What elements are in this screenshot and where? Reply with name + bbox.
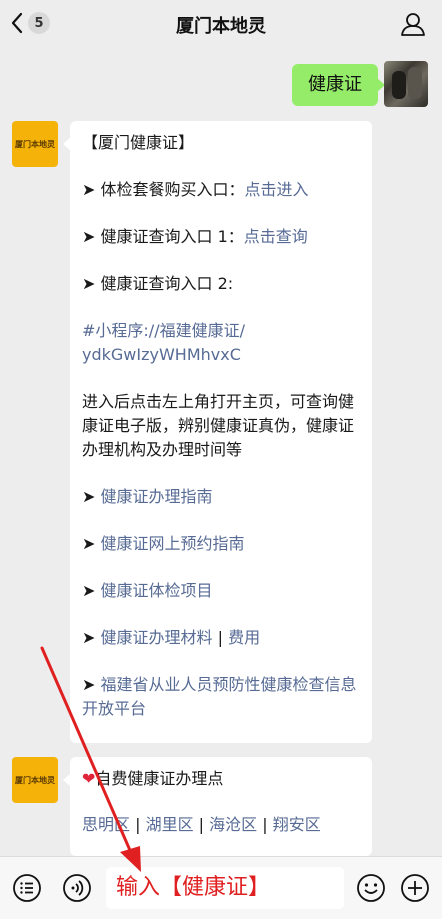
- district-link[interactable]: 海沧区: [209, 815, 257, 834]
- district-link[interactable]: 翔安区: [273, 815, 321, 834]
- bot-avatar[interactable]: 厦门本地灵: [12, 757, 58, 803]
- arrow-icon: ➤: [82, 628, 101, 647]
- my-avatar[interactable]: [384, 61, 428, 107]
- query1-label: ➤ 健康证查询入口 1：: [82, 227, 244, 246]
- emoji-icon: [357, 874, 385, 902]
- guide-item: ➤ 健康证办理指南: [82, 485, 362, 509]
- plus-icon: [401, 874, 429, 902]
- arrow-icon: ➤: [82, 487, 101, 506]
- user-icon: [401, 13, 425, 36]
- bot-message-bubble: 【厦门健康证】 ➤ 体检套餐购买入口：点击进入 ➤ 健康证查询入口 1：点击查询…: [63, 121, 372, 743]
- profile-button[interactable]: [400, 11, 426, 41]
- arrow-icon: ➤: [82, 534, 101, 553]
- exam-items-item: ➤ 健康证体检项目: [82, 579, 362, 603]
- district-list: 思明区 | 湖里区 | 海沧区 | 翔安区: [82, 813, 362, 837]
- menu-button[interactable]: [12, 873, 42, 907]
- message-heading: 【厦门健康证】: [82, 133, 195, 152]
- arrow-icon: ➤: [82, 675, 101, 694]
- materials-item: ➤ 健康证办理材料 | 费用: [82, 626, 362, 650]
- fee-link[interactable]: 费用: [228, 628, 260, 647]
- voice-button[interactable]: [62, 873, 92, 907]
- bot-message-bubble: ❤自费健康证办理点 思明区 | 湖里区 | 海沧区 | 翔安区: [63, 757, 372, 856]
- more-button[interactable]: [400, 873, 430, 907]
- miniprogram-line2: ydkGwIzyWHMhvxC: [82, 345, 241, 364]
- chat-title: 厦门本地灵: [176, 16, 266, 37]
- heading-text: 自费健康证办理点: [95, 769, 224, 788]
- query1-entry: ➤ 健康证查询入口 1：点击查询: [82, 225, 362, 249]
- query2-label: ➤ 健康证查询入口 2:: [82, 274, 234, 293]
- guide-link[interactable]: 健康证办理指南: [101, 487, 213, 506]
- buy-entry: ➤ 体检套餐购买入口：点击进入: [82, 178, 362, 202]
- menu-list-icon: [13, 874, 41, 902]
- description-text: 进入后点击左上角打开主页，可查询健康证电子版，辨别健康证真伪，健康证办理机构及办…: [82, 392, 355, 459]
- buy-label: ➤ 体检套餐购买入口：: [82, 180, 245, 199]
- exam-items-link[interactable]: 健康证体检项目: [101, 581, 213, 600]
- emoji-button[interactable]: [356, 873, 386, 907]
- district-link[interactable]: 思明区: [82, 815, 130, 834]
- separator: |: [212, 628, 229, 647]
- appointment-link[interactable]: 健康证网上预约指南: [101, 534, 245, 553]
- sent-message-bubble[interactable]: 健康证: [292, 64, 385, 106]
- buy-link[interactable]: 点击进入: [245, 180, 309, 199]
- message-heading: ❤自费健康证办理点: [82, 767, 362, 791]
- voice-icon: [63, 874, 91, 902]
- separator: |: [193, 815, 210, 834]
- platform-link[interactable]: 福建省从业人员预防性健康检查信息开放平台: [82, 675, 357, 718]
- appointment-item: ➤ 健康证网上预约指南: [82, 532, 362, 556]
- miniprogram-line1: #小程序://福建健康证/: [82, 321, 245, 340]
- district-link[interactable]: 湖里区: [146, 815, 194, 834]
- platform-item: ➤ 福建省从业人员预防性健康检查信息开放平台: [82, 673, 362, 721]
- arrow-icon: ➤: [82, 581, 101, 600]
- top-bar: 5 厦门本地灵: [0, 0, 442, 50]
- materials-link[interactable]: 健康证办理材料: [101, 628, 213, 647]
- bot-avatar[interactable]: 厦门本地灵: [12, 121, 58, 167]
- separator: |: [130, 815, 146, 834]
- message-input[interactable]: 输入【健康证】: [106, 867, 344, 909]
- query1-link[interactable]: 点击查询: [244, 227, 308, 246]
- input-bar: 输入【健康证】: [0, 856, 442, 919]
- heart-icon: ❤: [82, 769, 96, 788]
- miniprogram-link[interactable]: #小程序://福建健康证/ ydkGwIzyWHMhvxC: [82, 319, 362, 367]
- separator: |: [257, 815, 273, 834]
